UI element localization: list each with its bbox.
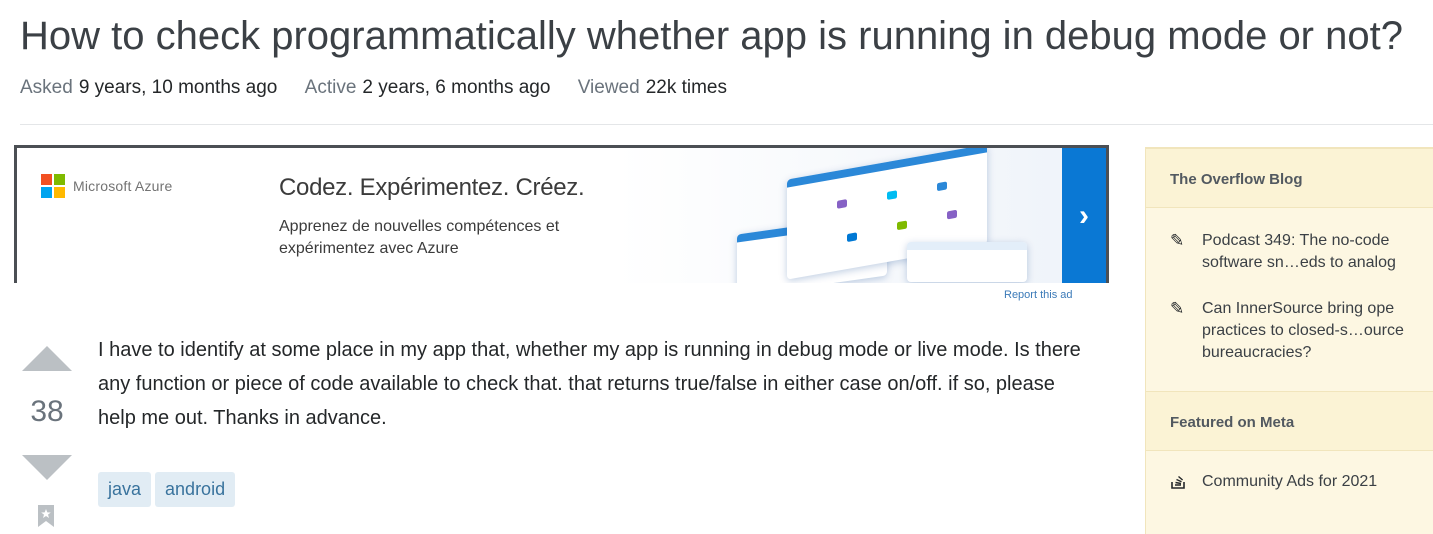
- sidebar-widget: The Overflow Blog ✎ Podcast 349: The no-…: [1145, 147, 1433, 534]
- question-title[interactable]: How to check programmatically whether ap…: [20, 12, 1403, 60]
- blog-header-title: The Overflow Blog: [1170, 171, 1303, 188]
- microsoft-logo-icon: [41, 174, 65, 198]
- question-meta: Asked 9 years, 10 months ago Active 2 year…: [20, 76, 749, 100]
- blog-item-line: software sn…eds to analog: [1202, 254, 1396, 271]
- blog-item[interactable]: ✎ Podcast 349: The no-code software sn…e…: [1170, 230, 1433, 274]
- asked-info: Asked 9 years, 10 months ago: [20, 76, 277, 100]
- blog-header: The Overflow Blog: [1146, 148, 1433, 208]
- blog-item[interactable]: ✎ Can InnerSource bring ope practices to…: [1170, 298, 1433, 364]
- bookmark-icon[interactable]: [36, 504, 56, 528]
- meta-item-text: Community Ads for 2021: [1202, 473, 1378, 490]
- blog-item-line: practices to closed-s…ource: [1202, 322, 1404, 339]
- active-info: Active 2 years, 6 months ago: [305, 76, 551, 100]
- ad-banner[interactable]: Microsoft Azure Codez. Expérimentez. Cré…: [14, 145, 1109, 283]
- vote-count: 38: [30, 395, 64, 428]
- active-label: Active: [304, 77, 357, 98]
- ad-next-button[interactable]: ›: [1062, 148, 1106, 283]
- ad-body-text: Apprenez de nouvelles compétences et exp…: [279, 218, 560, 257]
- blog-item-line: Can InnerSource bring ope: [1202, 300, 1395, 317]
- downvote-button[interactable]: [22, 455, 72, 480]
- pencil-icon: ✎: [1170, 299, 1185, 318]
- active-value[interactable]: 2 years, 6 months ago: [362, 77, 550, 98]
- ad-brand-logo: Microsoft Azure: [41, 174, 172, 198]
- ad-dashboard-illustration: [717, 148, 1057, 283]
- pencil-icon: ✎: [1170, 231, 1185, 250]
- tag-java[interactable]: java: [98, 472, 152, 507]
- meta-item[interactable]: Community Ads for 2021: [1170, 471, 1433, 495]
- chevron-right-icon: ›: [1079, 198, 1089, 232]
- viewed-info: Viewed 22k times: [578, 76, 727, 100]
- asked-label: Asked: [20, 77, 73, 98]
- asked-value[interactable]: 9 years, 10 months ago: [79, 77, 278, 98]
- question-body: I have to identify at some place in my a…: [98, 339, 1081, 429]
- header-divider: [20, 124, 1433, 125]
- stack-overflow-icon: [1170, 471, 1188, 495]
- meta-header-title: Featured on Meta: [1170, 414, 1295, 431]
- tag-list: java android: [98, 472, 236, 507]
- ad-headline: Codez. Expérimentez. Créez.: [279, 174, 585, 201]
- viewed-label: Viewed: [577, 77, 640, 98]
- viewed-value: 22k times: [645, 77, 727, 98]
- blog-item-line: bureaucracies?: [1202, 344, 1312, 361]
- meta-header: Featured on Meta: [1146, 391, 1433, 451]
- report-ad-link[interactable]: Report this ad: [1004, 289, 1072, 301]
- blog-item-line: Podcast 349: The no-code: [1202, 232, 1390, 249]
- tag-android[interactable]: android: [155, 472, 236, 507]
- ad-brand-name: Microsoft Azure: [73, 178, 173, 194]
- upvote-button[interactable]: [22, 346, 72, 371]
